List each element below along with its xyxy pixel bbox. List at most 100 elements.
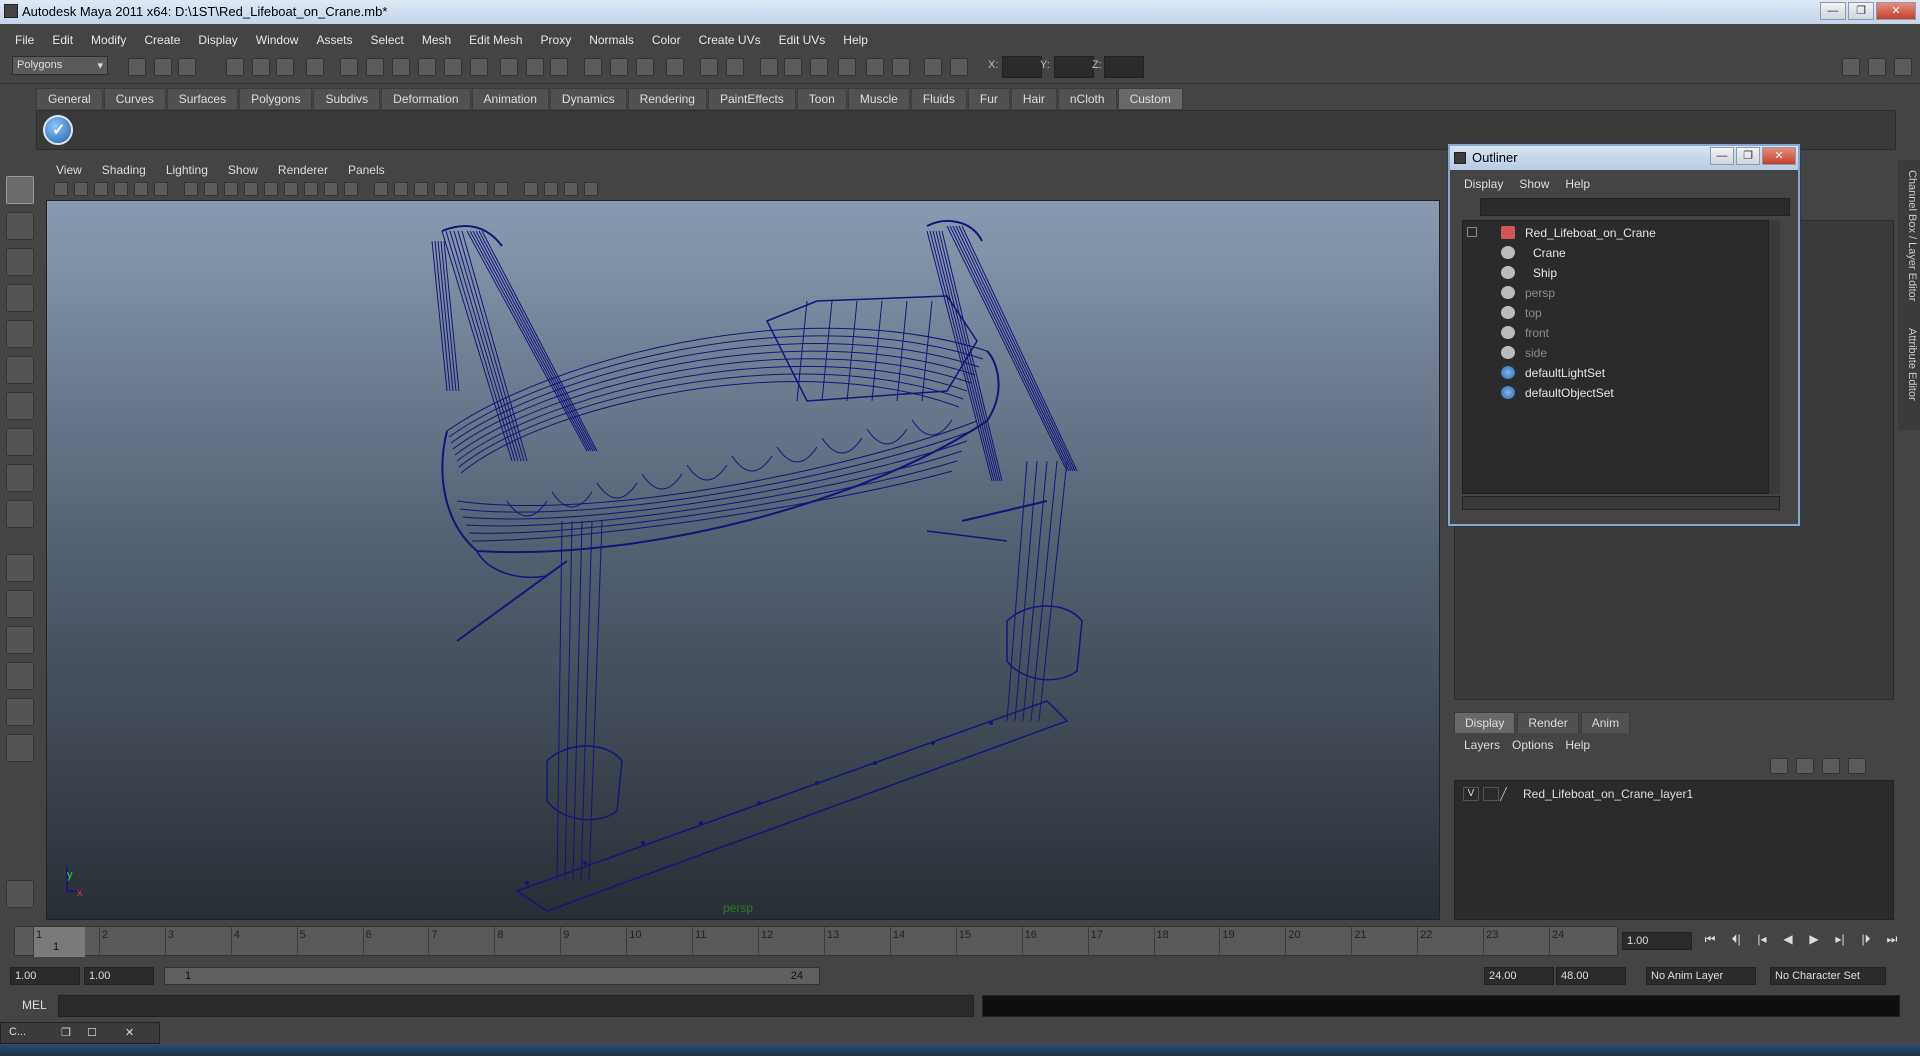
- persp-hypershade-layout-icon[interactable]: [6, 698, 34, 726]
- layer-action-4-icon[interactable]: [1848, 758, 1866, 774]
- show-manipulator-icon[interactable]: [6, 464, 34, 492]
- outliner-minimize-button[interactable]: —: [1710, 147, 1734, 165]
- lasso-tool-icon[interactable]: [6, 212, 34, 240]
- minimized-restore-icon[interactable]: ❐: [61, 1026, 71, 1039]
- viewport-tool-11-icon[interactable]: [264, 182, 278, 196]
- select-tool-icon[interactable]: [6, 176, 34, 204]
- status-line-tool-10-icon[interactable]: [392, 58, 410, 76]
- viewport-tool-2-icon[interactable]: [74, 182, 88, 196]
- x-field[interactable]: [1002, 56, 1042, 78]
- status-line-tool-20-icon[interactable]: [666, 58, 684, 76]
- status-line-tool-28-icon[interactable]: [892, 58, 910, 76]
- viewport-menu-view[interactable]: View: [46, 160, 92, 180]
- status-line-tool-24-icon[interactable]: [784, 58, 802, 76]
- viewport-tool-18-icon[interactable]: [414, 182, 428, 196]
- outliner-item[interactable]: top: [1463, 303, 1779, 323]
- menu-mesh[interactable]: Mesh: [413, 30, 460, 50]
- status-line-tool-14-icon[interactable]: [500, 58, 518, 76]
- layer-menu-help[interactable]: Help: [1559, 736, 1596, 754]
- viewport-tool-10-icon[interactable]: [244, 182, 258, 196]
- viewport-tool-6-icon[interactable]: [154, 182, 168, 196]
- outliner-item[interactable]: defaultLightSet: [1463, 363, 1779, 383]
- shelf-tab-dynamics[interactable]: Dynamics: [549, 88, 627, 109]
- shelf-tab-subdivs[interactable]: Subdivs: [313, 88, 381, 109]
- viewport-tool-4-icon[interactable]: [114, 182, 128, 196]
- status-line-tool-15-icon[interactable]: [526, 58, 544, 76]
- status-line-tool-16-icon[interactable]: [550, 58, 568, 76]
- show-hide-tool-settings-icon[interactable]: [1894, 58, 1912, 76]
- status-line-tool-19-icon[interactable]: [636, 58, 654, 76]
- last-tool-icon[interactable]: [6, 500, 34, 528]
- anim-layer-dropdown[interactable]: No Anim Layer: [1646, 967, 1756, 985]
- viewport-tool-22-icon[interactable]: [494, 182, 508, 196]
- viewport-menu-renderer[interactable]: Renderer: [268, 160, 338, 180]
- menu-file[interactable]: File: [6, 30, 43, 50]
- go-to-start-icon[interactable]: ⏮: [1700, 932, 1720, 950]
- command-language-label[interactable]: MEL: [22, 998, 47, 1012]
- persp-graph-layout-icon[interactable]: [6, 662, 34, 690]
- manipulator-tool-icon[interactable]: [6, 392, 34, 420]
- status-line-tool-2-icon[interactable]: [154, 58, 172, 76]
- step-back-frame-icon[interactable]: ⏴|: [1726, 932, 1746, 950]
- command-input[interactable]: [58, 995, 974, 1017]
- viewport-menu-show[interactable]: Show: [218, 160, 268, 180]
- layer-menu-options[interactable]: Options: [1506, 736, 1559, 754]
- outliner-vertical-scrollbar[interactable]: [1768, 220, 1780, 494]
- z-field[interactable]: [1104, 56, 1144, 78]
- minimized-maximize-icon[interactable]: ☐: [87, 1026, 97, 1039]
- minimized-window[interactable]: C... ❐ ☐ ✕: [0, 1022, 160, 1044]
- viewport-tool-26-icon[interactable]: [584, 182, 598, 196]
- play-backwards-icon[interactable]: ◀: [1778, 932, 1798, 950]
- perspective-viewport[interactable]: y x persp: [46, 200, 1440, 920]
- step-forward-frame-icon[interactable]: |⏵: [1856, 932, 1876, 950]
- layer-tab-render[interactable]: Render: [1517, 712, 1579, 733]
- outliner-item[interactable]: side: [1463, 343, 1779, 363]
- viewport-tool-14-icon[interactable]: [324, 182, 338, 196]
- outliner-horizontal-scrollbar[interactable]: [1462, 496, 1780, 510]
- layer-color-swatch[interactable]: [1499, 787, 1517, 801]
- viewport-menu-lighting[interactable]: Lighting: [156, 160, 218, 180]
- current-frame-field[interactable]: 1.00: [1622, 932, 1692, 950]
- layer-tab-anim[interactable]: Anim: [1580, 712, 1631, 733]
- play-forwards-icon[interactable]: ▶: [1804, 932, 1824, 950]
- menu-select[interactable]: Select: [361, 30, 412, 50]
- shelf-tab-painteffects[interactable]: PaintEffects: [707, 88, 796, 109]
- show-hide-modeling-toolkit-icon[interactable]: [1842, 58, 1860, 76]
- y-field[interactable]: [1054, 56, 1094, 78]
- menu-create[interactable]: Create: [135, 30, 189, 50]
- menu-modify[interactable]: Modify: [82, 30, 135, 50]
- viewport-tool-3-icon[interactable]: [94, 182, 108, 196]
- viewport-tool-15-icon[interactable]: [344, 182, 358, 196]
- status-line-tool-25-icon[interactable]: [810, 58, 828, 76]
- shelf-tab-fur[interactable]: Fur: [967, 88, 1010, 109]
- persp-graph-hypergraph-layout-icon[interactable]: [6, 734, 34, 762]
- viewport-tool-5-icon[interactable]: [134, 182, 148, 196]
- viewport-tool-17-icon[interactable]: [394, 182, 408, 196]
- rotate-tool-icon[interactable]: [6, 320, 34, 348]
- layer-action-3-icon[interactable]: [1822, 758, 1840, 774]
- animation-end-field[interactable]: 48.00: [1556, 967, 1626, 985]
- viewport-tool-1-icon[interactable]: [54, 182, 68, 196]
- layer-visibility-toggle[interactable]: V: [1463, 787, 1479, 801]
- show-hide-channel-box-icon[interactable]: [1868, 58, 1886, 76]
- viewport-tool-8-icon[interactable]: [204, 182, 218, 196]
- character-set-dropdown[interactable]: No Character Set: [1770, 967, 1886, 985]
- menu-set-dropdown[interactable]: Polygons ▾: [12, 56, 108, 75]
- viewport-tool-19-icon[interactable]: [434, 182, 448, 196]
- menu-display[interactable]: Display: [189, 30, 246, 50]
- soft-mod-tool-icon[interactable]: [6, 428, 34, 456]
- status-line-tool-4-icon[interactable]: [226, 58, 244, 76]
- outliner-item[interactable]: Crane: [1463, 243, 1779, 263]
- status-line-tool-12-icon[interactable]: [444, 58, 462, 76]
- time-slider[interactable]: 1 1 2 3 4 5 6 7 8 9 10 11 12 13 14 15 16 17 18 19 20 21 22 23 2…: [14, 926, 1618, 957]
- viewport-tool-13-icon[interactable]: [304, 182, 318, 196]
- status-line-tool-26-icon[interactable]: [838, 58, 856, 76]
- outliner-filter-field[interactable]: [1480, 198, 1790, 216]
- paint-select-tool-icon[interactable]: [6, 248, 34, 276]
- shelf-tab-polygons[interactable]: Polygons: [239, 88, 313, 109]
- viewport-menu-shading[interactable]: Shading: [92, 160, 156, 180]
- channel-box-tab[interactable]: Channel Box / Layer Editor: [1900, 170, 1918, 301]
- menu-color[interactable]: Color: [643, 30, 690, 50]
- menu-proxy[interactable]: Proxy: [532, 30, 581, 50]
- shelf-tab-deformation[interactable]: Deformation: [381, 88, 471, 109]
